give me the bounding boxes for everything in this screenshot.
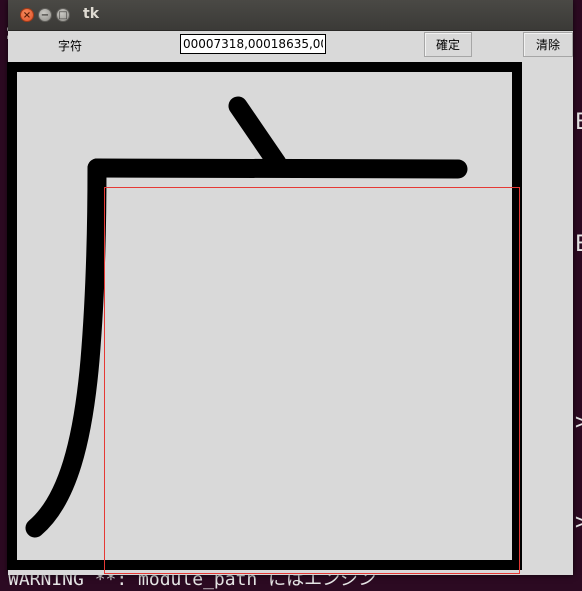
handwritten-stroke — [25, 96, 468, 538]
stroke-dot — [228, 96, 287, 173]
stroke-left-sweep — [25, 158, 107, 538]
stroke-horizontal — [87, 158, 468, 179]
selection-rectangle — [104, 187, 520, 574]
drawing-canvas[interactable] — [0, 0, 582, 581]
